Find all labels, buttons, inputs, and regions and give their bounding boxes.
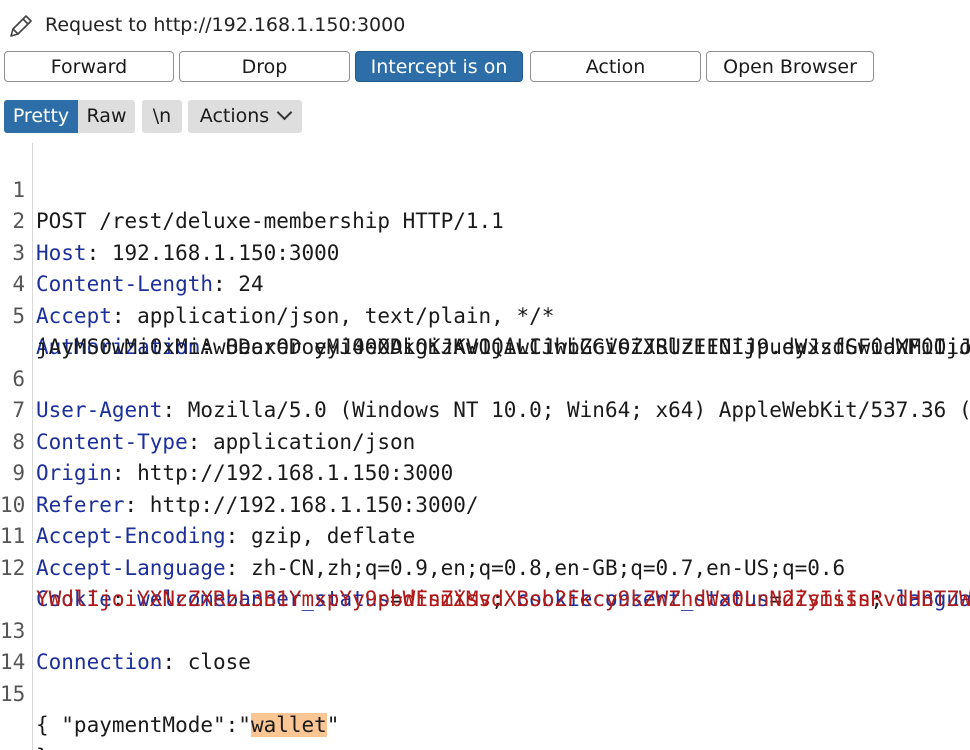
tab-raw[interactable]: Raw xyxy=(78,100,135,133)
header-line-authorization: 5 Authorization: Bearer eyJ0eXAiOiJKV1Qi… xyxy=(0,269,970,360)
header-line-connection: 13 Connection: close xyxy=(0,584,970,675)
action-button[interactable]: Action xyxy=(530,51,701,82)
tab-pretty[interactable]: Pretty xyxy=(4,100,78,133)
actions-dropdown[interactable]: Actions xyxy=(188,100,302,133)
header-line-accept-language: 11 Accept-Language: zh-CN,zh;q=0.9,en;q=… xyxy=(0,490,970,580)
request-editor[interactable]: 1 POST /rest/deluxe-membership HTTP/1.1 … xyxy=(0,143,970,750)
header-line-accept-encoding: 10 Accept-Encoding: gzip, deflate xyxy=(0,458,970,549)
header-line-content-length: 3 Content-Length: 24 xyxy=(0,206,970,297)
header-line-cookie-wrap: YWdlIjoiYXNzZXRzL3B1YmxpYy9pbWFnZXMvdXBs… xyxy=(0,553,970,611)
actions-label: Actions xyxy=(199,105,270,127)
header-line-host: 2 Host: 192.168.1.150:3000 xyxy=(0,175,970,265)
header-line-content-type: 7 Content-Type: application/json xyxy=(0,364,970,454)
header-line-accept: 4 Accept: application/json, text/plain, … xyxy=(0,238,970,328)
body-close-brace: } xyxy=(36,742,49,750)
body-open-line: 15 { xyxy=(0,647,970,738)
request-title: Request to http://192.168.1.150:3000 xyxy=(45,14,406,36)
blank-line: 14 xyxy=(0,616,970,674)
open-browser-button[interactable]: Open Browser xyxy=(706,51,874,82)
newline-toggle[interactable]: \n xyxy=(142,100,182,133)
drop-button[interactable]: Drop xyxy=(179,51,350,82)
header-line-cookie: 12 Cookie: welcomebanner_status=dismiss;… xyxy=(0,521,970,612)
chevron-down-icon xyxy=(276,104,293,121)
header-line-origin: 8 Origin: http://192.168.1.150:3000 xyxy=(0,395,970,486)
pencil-icon[interactable] xyxy=(7,12,35,40)
request-line: 1 POST /rest/deluxe-membership HTTP/1.1 xyxy=(0,143,970,234)
forward-button[interactable]: Forward xyxy=(4,51,174,82)
request-title-bar: Request to http://192.168.1.150:3000 xyxy=(0,0,970,50)
intercept-toggle-button[interactable]: Intercept is on xyxy=(355,51,523,82)
body-payment-mode-line: "paymentMode":"wallet" xyxy=(0,679,970,737)
header-line-referer: 9 Referer: http://192.168.1.150:3000/ xyxy=(0,427,970,517)
header-line-authorization-wrap: jAyMS0wMi0xMiAwODoxODoyMi40ODkgKzAwOjAwI… xyxy=(0,301,970,359)
header-line-user-agent: 6 User-Agent: Mozilla/5.0 (Windows NT 10… xyxy=(0,332,970,423)
body-close-line: } xyxy=(0,710,970,750)
